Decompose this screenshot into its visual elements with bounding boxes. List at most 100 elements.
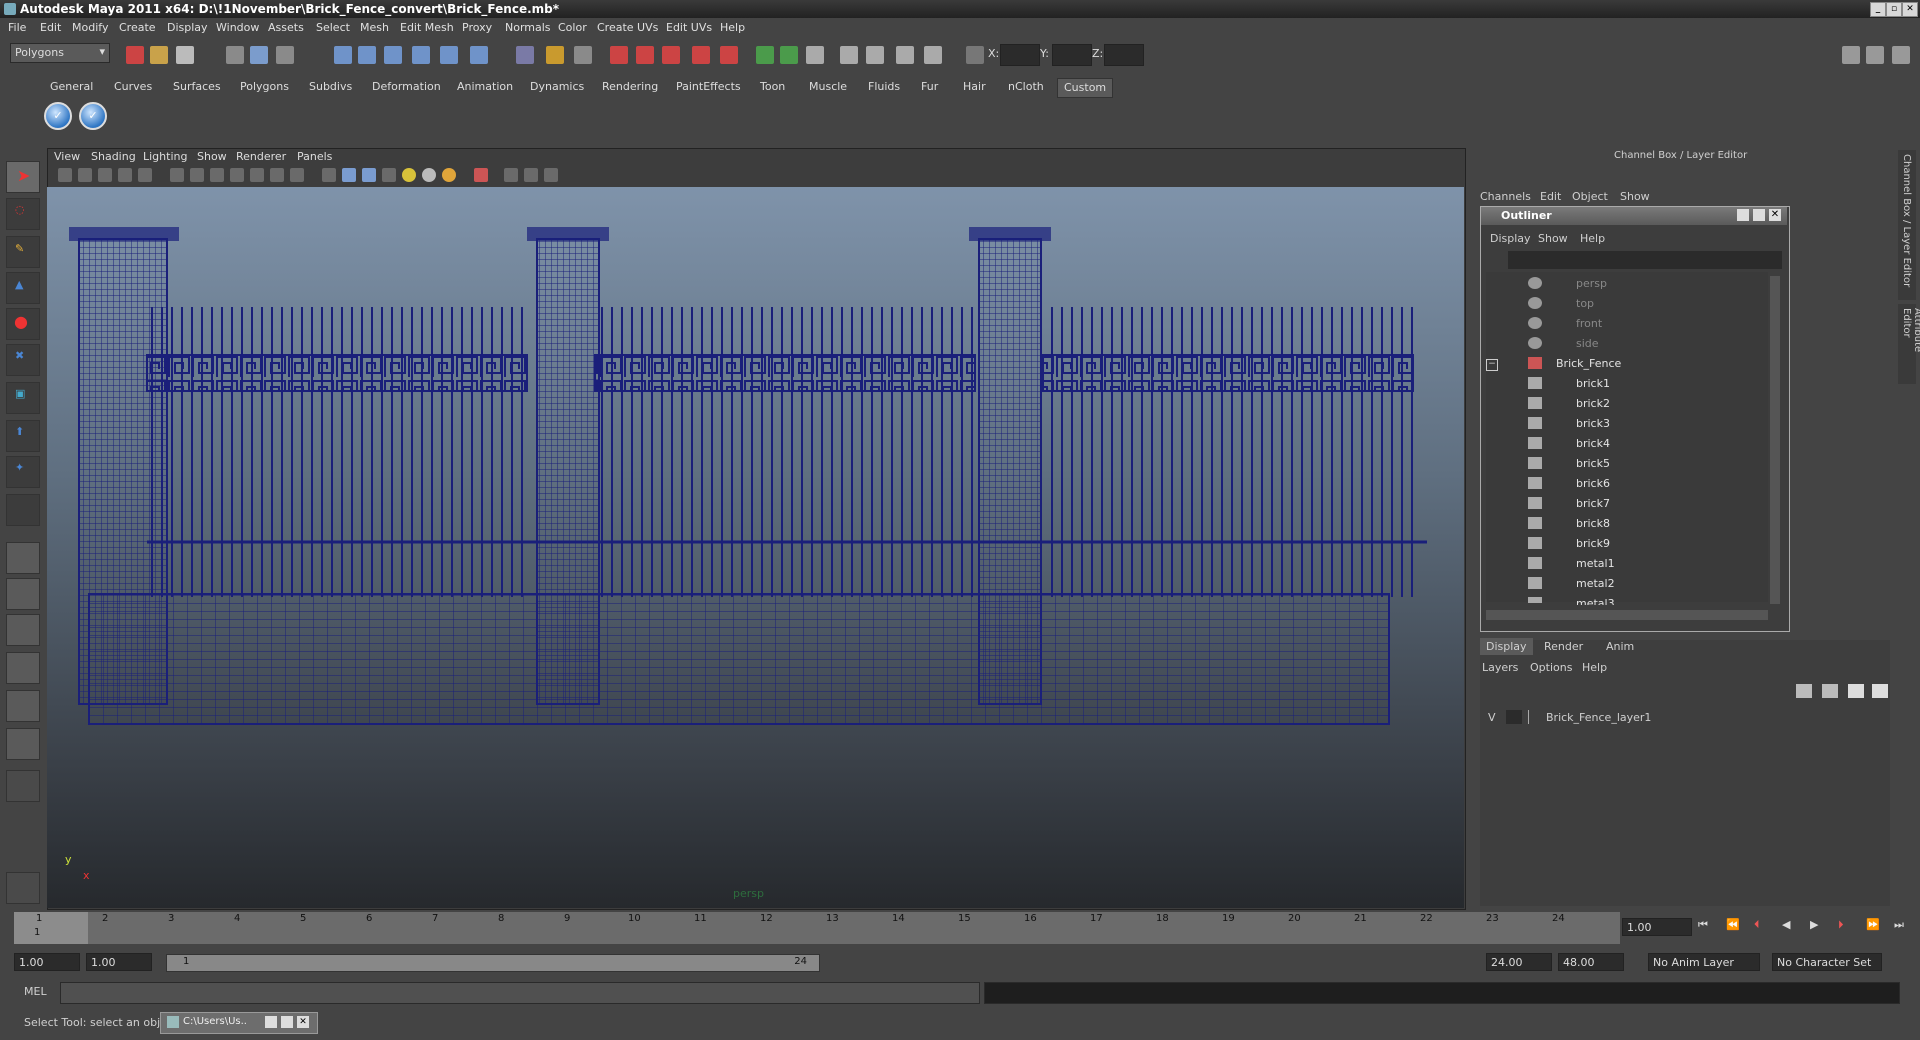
outliner-item[interactable]: metal3	[1576, 597, 1615, 605]
menu-help[interactable]: Help	[720, 21, 745, 34]
shelf-tab-custom[interactable]: Custom	[1057, 78, 1114, 98]
outliner-item[interactable]: Brick_Fence	[1556, 357, 1621, 370]
toggle-attribute-editor-icon[interactable]	[1866, 46, 1884, 64]
hypershade-layout-icon[interactable]	[6, 690, 40, 722]
object-menu[interactable]: Object	[1572, 190, 1608, 203]
outliner-item[interactable]: brick8	[1576, 517, 1610, 530]
four-pane-layout-icon[interactable]	[6, 578, 40, 610]
outliner-item[interactable]: brick6	[1576, 477, 1610, 490]
viewport-canvas[interactable]: y x persp	[47, 187, 1464, 908]
ipr-render-icon[interactable]	[636, 46, 654, 64]
hypershade-icon[interactable]	[692, 46, 710, 64]
shelf-tab-deformation[interactable]: Deformation	[370, 78, 443, 96]
layer-color-swatch[interactable]	[1528, 710, 1541, 724]
camera-attributes-icon[interactable]	[78, 168, 92, 182]
minimized-window-tab[interactable]: C:\Users\Us... ✕	[160, 1012, 318, 1034]
rename-icon[interactable]	[780, 46, 798, 64]
outliner-item[interactable]: front	[1576, 317, 1602, 330]
backface-culling-icon[interactable]	[544, 168, 558, 182]
wireframe-icon[interactable]	[322, 168, 336, 182]
play-forwards-icon[interactable]: ▶	[1810, 918, 1818, 931]
side-tab-channel-box[interactable]: Channel Box / Layer Editor	[1898, 150, 1916, 300]
manipulator-tool-icon[interactable]: ▣	[6, 382, 40, 414]
scale-tool-icon[interactable]: ✖	[6, 344, 40, 376]
step-back-frame-icon[interactable]: ⏴	[1754, 918, 1760, 932]
save-scene-icon[interactable]	[176, 46, 194, 64]
current-time-indicator[interactable]	[14, 912, 88, 944]
layer-tab-display[interactable]: Display	[1480, 638, 1533, 655]
menu-color[interactable]: Color	[558, 21, 587, 34]
minimize-button[interactable]: _	[1870, 2, 1886, 17]
new-layer-icon[interactable]	[1848, 684, 1864, 698]
2d-pan-zoom-icon[interactable]	[138, 168, 152, 182]
transform-mode-icon[interactable]	[966, 46, 984, 64]
viewport-menu-lighting[interactable]: Lighting	[143, 150, 187, 163]
rotate-tool-icon[interactable]: ●	[6, 308, 40, 340]
lights-icon[interactable]	[866, 46, 884, 64]
shelf-tab-painteffects[interactable]: PaintEffects	[674, 78, 743, 96]
playback-end-field[interactable]: 24.00	[1486, 953, 1552, 971]
z-coordinate-field[interactable]	[1104, 44, 1144, 66]
graph-editor-layout-icon[interactable]	[6, 652, 40, 684]
menu-proxy[interactable]: Proxy	[462, 21, 492, 34]
menu-modify[interactable]: Modify	[72, 21, 108, 34]
isolate-icon[interactable]	[924, 46, 942, 64]
wireframe-on-shaded-icon[interactable]	[362, 168, 376, 182]
lasso-tool-icon[interactable]: ◌	[6, 198, 40, 230]
field-chart-icon[interactable]	[250, 168, 264, 182]
menu-assets[interactable]: Assets	[268, 21, 304, 34]
shelf-tab-dynamics[interactable]: Dynamics	[528, 78, 586, 96]
last-tool-icon[interactable]	[6, 494, 40, 526]
checkmark-shelf-icon[interactable]: ✓	[44, 102, 72, 130]
play-backwards-icon[interactable]: ◀	[1782, 918, 1790, 931]
playback-start-field[interactable]: 1.00	[86, 953, 152, 971]
go-to-start-icon[interactable]: ⏮	[1698, 918, 1708, 932]
show-manipulator-icon[interactable]: ✦	[6, 456, 40, 488]
command-language-label[interactable]: MEL	[24, 985, 47, 998]
x-coordinate-field[interactable]	[1000, 44, 1040, 66]
range-slider[interactable]: 1 24	[166, 954, 820, 972]
dope-sheet-layout-icon[interactable]	[6, 728, 40, 760]
shelf-tab-rendering[interactable]: Rendering	[600, 78, 660, 96]
close-icon[interactable]: ✕	[297, 1016, 309, 1028]
menu-edit[interactable]: Edit	[40, 21, 61, 34]
shelf-tab-subdivs[interactable]: Subdivs	[307, 78, 354, 96]
anim-layer-dropdown[interactable]: No Anim Layer	[1648, 953, 1760, 971]
outliner-item[interactable]: persp	[1576, 277, 1607, 290]
move-layer-up-icon[interactable]	[1796, 684, 1812, 698]
layer-menu-layers[interactable]: Layers	[1482, 661, 1518, 674]
toggle-channel-box-icon[interactable]	[1892, 46, 1910, 64]
resolution-gate-icon[interactable]	[210, 168, 224, 182]
paint-select-tool-icon[interactable]: ✎	[6, 236, 40, 268]
xray-joints-icon[interactable]	[524, 168, 538, 182]
menu-mesh[interactable]: Mesh	[360, 21, 389, 34]
select-object-icon[interactable]	[250, 46, 268, 64]
new-scene-icon[interactable]	[126, 46, 144, 64]
shelf-tab-surfaces[interactable]: Surfaces	[171, 78, 223, 96]
menu-display[interactable]: Display	[167, 21, 208, 34]
snap-curve-icon[interactable]	[358, 46, 376, 64]
go-to-end-icon[interactable]: ⏭	[1894, 918, 1904, 932]
outliner-item[interactable]: brick9	[1576, 537, 1610, 550]
maximize-icon[interactable]	[281, 1016, 293, 1028]
checkmark-shelf-icon[interactable]: ✓	[79, 102, 107, 130]
outliner-layout-icon[interactable]	[6, 614, 40, 646]
menu-set-selector[interactable]: Polygons ▾	[10, 43, 110, 63]
outliner-item[interactable]: side	[1576, 337, 1599, 350]
film-gate-icon[interactable]	[190, 168, 204, 182]
menu-select[interactable]: Select	[316, 21, 350, 34]
outliner-item[interactable]: brick3	[1576, 417, 1610, 430]
render-settings-icon[interactable]	[662, 46, 680, 64]
outliner-item[interactable]: brick4	[1576, 437, 1610, 450]
camera-select-icon[interactable]	[58, 168, 72, 182]
current-frame-field[interactable]: 1.00	[1622, 918, 1692, 936]
single-pane-layout-icon[interactable]	[6, 542, 40, 574]
side-tab-attribute-editor[interactable]: Attribute Editor	[1898, 304, 1920, 384]
outliner-scrollbar[interactable]	[1770, 276, 1780, 604]
snap-grid-icon[interactable]	[334, 46, 352, 64]
snap-view-plane-icon[interactable]	[412, 46, 430, 64]
outliner-item[interactable]: metal2	[1576, 577, 1615, 590]
restore-icon[interactable]	[265, 1016, 277, 1028]
lock-icon[interactable]	[546, 46, 564, 64]
shelf-tab-general[interactable]: General	[48, 78, 95, 96]
